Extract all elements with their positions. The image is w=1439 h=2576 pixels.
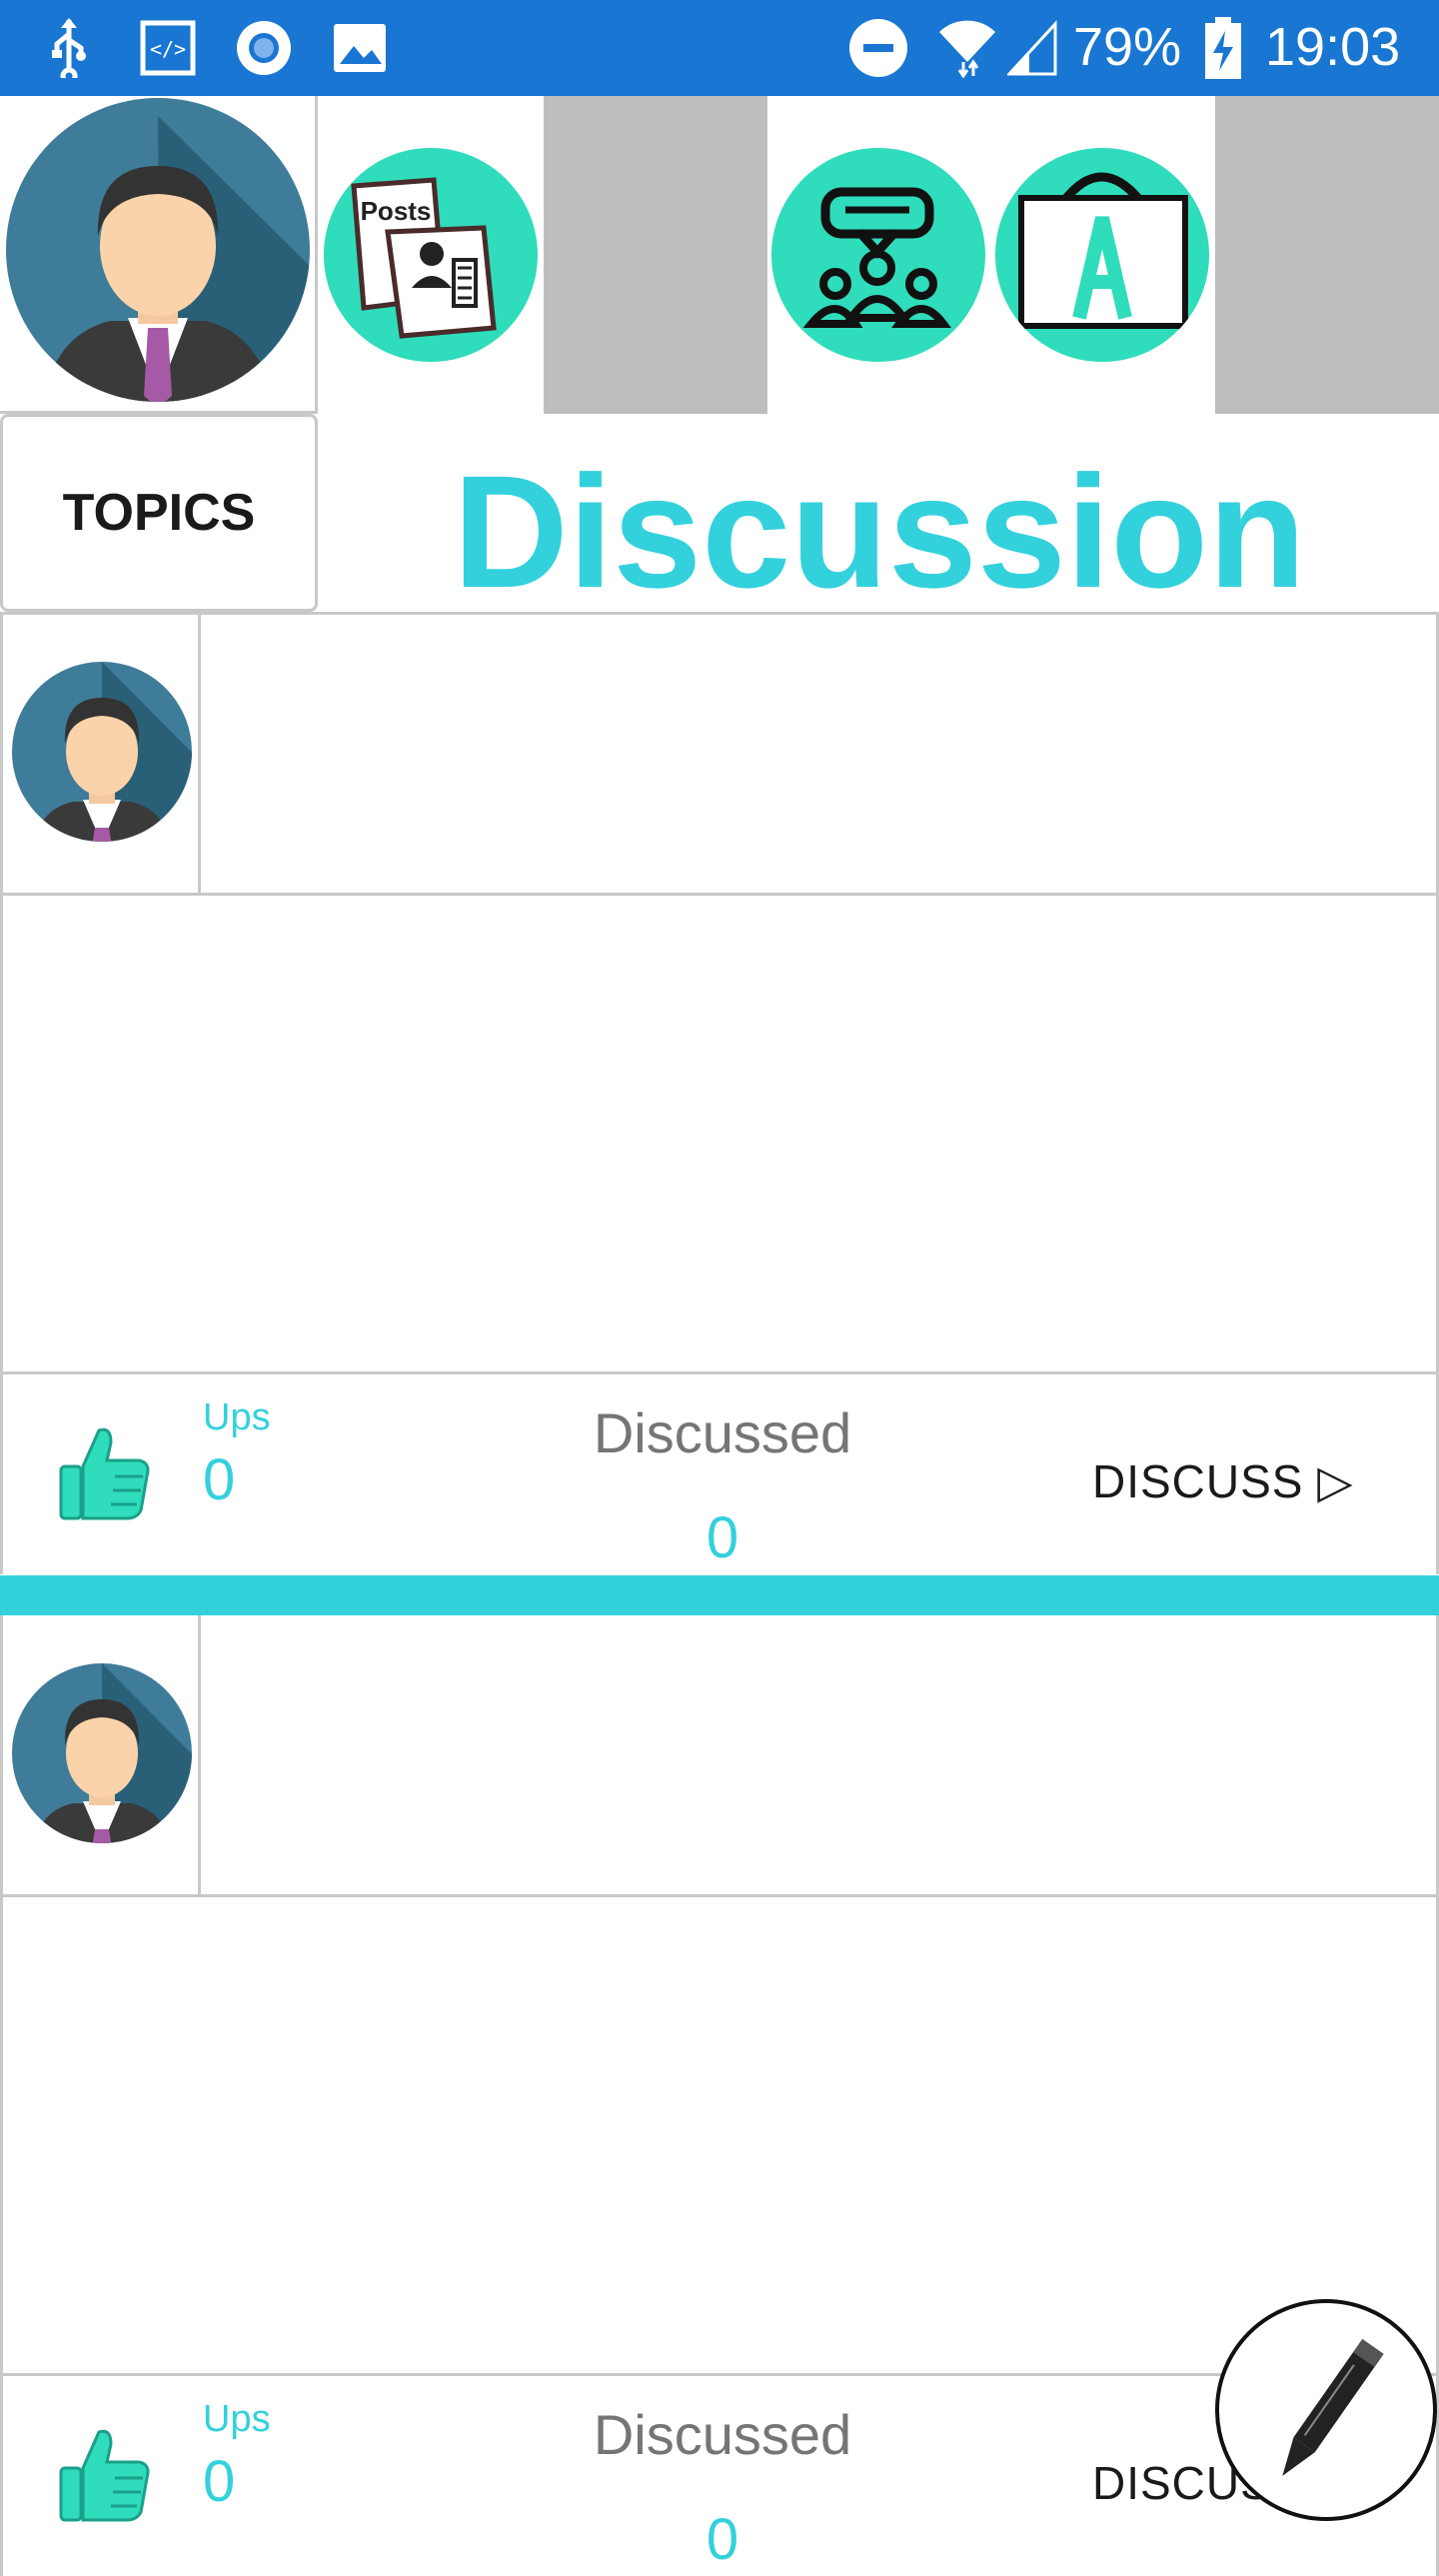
battery-percent: 79% xyxy=(1073,17,1182,77)
post-footer: Ups 0 Discussed 0 DISCUSS ▷ xyxy=(0,1374,1439,1574)
svg-text:</>: </> xyxy=(150,37,186,61)
battery-charging-icon xyxy=(1201,17,1245,79)
status-bar: </> 79% 19:03 xyxy=(0,0,1439,96)
wifi-icon xyxy=(935,18,999,78)
user-avatar-icon xyxy=(12,1663,192,1843)
ups-label: Ups xyxy=(203,2398,271,2440)
empty-tile xyxy=(1215,96,1439,414)
posts-button[interactable]: Posts xyxy=(324,148,538,362)
usb-icon xyxy=(44,18,94,78)
posts-icon: Posts xyxy=(351,177,497,339)
discuss-button[interactable]: DISCUSS ▷ xyxy=(1092,1454,1354,1508)
empty-tile xyxy=(544,96,767,414)
user-avatar-icon xyxy=(12,662,192,842)
board-a-icon xyxy=(1018,172,1188,329)
discussed-count: 0 xyxy=(706,2507,739,2572)
board-button[interactable] xyxy=(995,148,1209,362)
discussed-count: 0 xyxy=(706,1505,739,1570)
discussed-label: Discussed xyxy=(593,2403,852,2466)
profile-avatar[interactable] xyxy=(0,96,318,414)
ups-count: 0 xyxy=(203,2449,236,2514)
page-title: Discussion xyxy=(453,442,1306,621)
post-content xyxy=(0,893,1439,1374)
ups-label: Ups xyxy=(203,1396,271,1438)
compose-button[interactable] xyxy=(1215,2299,1437,2521)
svg-text:Posts: Posts xyxy=(361,196,432,226)
post-header xyxy=(0,614,1439,896)
post-header xyxy=(0,1615,1439,1897)
group-chat-icon xyxy=(802,187,951,328)
post-author-avatar[interactable] xyxy=(3,614,201,896)
thumbs-up-icon[interactable] xyxy=(59,2424,151,2522)
user-avatar-icon xyxy=(6,98,310,402)
thumbs-up-icon[interactable] xyxy=(59,1422,151,1520)
clock: 19:03 xyxy=(1265,17,1401,77)
signal-icon xyxy=(1007,18,1057,78)
post-author-avatar[interactable] xyxy=(3,1615,201,1897)
topics-button[interactable]: TOPICS xyxy=(0,414,318,612)
pencil-icon xyxy=(1282,2338,1384,2476)
group-chat-button[interactable] xyxy=(771,148,985,362)
record-icon xyxy=(234,18,294,78)
ups-count: 0 xyxy=(203,1447,236,1512)
dnd-icon xyxy=(847,18,909,78)
code-icon: </> xyxy=(140,18,196,78)
post-separator xyxy=(0,1575,1439,1615)
post-card[interactable]: Ups 0 Discussed 0 DISCUSS ▷ xyxy=(0,614,1439,1575)
discussed-label: Discussed xyxy=(593,1401,852,1464)
image-icon xyxy=(332,18,388,78)
